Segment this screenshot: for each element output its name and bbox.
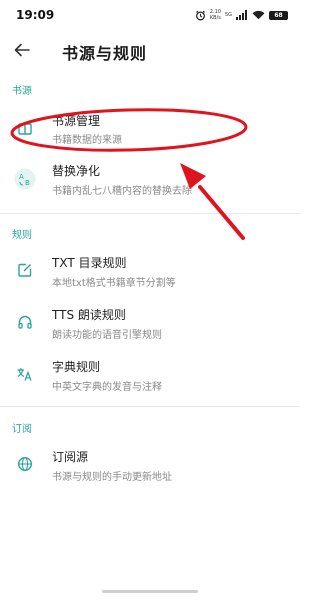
item-desc: 本地txt格式书籍章节分割等 xyxy=(52,278,176,289)
globe-icon xyxy=(14,453,36,475)
net-speed: 2.10 KB/s xyxy=(210,9,221,21)
item-title: TXT 目录规则 xyxy=(52,256,127,270)
headphones-icon xyxy=(14,311,36,333)
edit-icon xyxy=(14,259,36,281)
svg-text:A: A xyxy=(19,173,24,181)
wifi-icon xyxy=(252,10,265,20)
section-header-source: 书源 xyxy=(12,86,32,97)
replace-ab-icon: A B xyxy=(14,168,36,190)
page-title: 书源与规则 xyxy=(62,44,148,63)
translate-icon xyxy=(14,363,36,385)
item-title: 替换净化 xyxy=(52,164,101,178)
back-button[interactable] xyxy=(10,38,34,62)
menu-item-dictionary-rules[interactable]: 字典规则 中英文字典的发音与注释 xyxy=(0,350,300,400)
section-header-subscribe: 订阅 xyxy=(12,424,32,435)
item-desc: 朗读功能的语音引擎规则 xyxy=(52,330,162,341)
item-title: 字典规则 xyxy=(52,360,101,374)
menu-item-tts-rules[interactable]: TTS 朗读规则 朗读功能的语音引擎规则 xyxy=(0,298,300,348)
section-divider xyxy=(0,213,300,214)
section-divider xyxy=(0,406,300,407)
top-app-bar: 书源与规则 xyxy=(0,30,300,70)
alarm-icon xyxy=(195,10,205,20)
item-title: 订阅源 xyxy=(52,450,89,464)
gesture-nav-bar[interactable] xyxy=(102,590,198,593)
menu-item-txt-toc-rules[interactable]: TXT 目录规则 本地txt格式书籍章节分割等 xyxy=(0,246,300,296)
item-desc: 中英文字典的发音与注释 xyxy=(52,382,162,393)
item-desc: 书籍数据的来源 xyxy=(52,135,122,146)
section-header-rules: 规则 xyxy=(12,230,32,241)
item-desc: 书籍内乱七八糟内容的替换去除 xyxy=(52,186,192,197)
net-speed-unit: KB/s xyxy=(209,15,221,21)
battery-indicator: 68 xyxy=(269,10,288,20)
svg-text:B: B xyxy=(25,179,30,187)
status-bar: 19:09 2.10 KB/s 5G 68 xyxy=(0,0,300,30)
menu-item-book-source[interactable]: 书源管理 书籍数据的来源 xyxy=(0,104,300,154)
book-icon xyxy=(14,118,36,140)
status-time: 19:09 xyxy=(16,8,55,22)
network-type-label: 5G xyxy=(224,12,232,18)
menu-item-replace-purify[interactable]: A B 替换净化 书籍内乱七八糟内容的替换去除 xyxy=(0,156,300,206)
menu-item-subscribe-source[interactable]: 订阅源 书源与规则的手动更新地址 xyxy=(0,440,300,490)
arrow-left-icon xyxy=(14,43,30,57)
item-desc: 书源与规则的手动更新地址 xyxy=(52,472,172,483)
item-title: TTS 朗读规则 xyxy=(52,308,126,322)
status-icons: 2.10 KB/s 5G 68 xyxy=(195,9,288,21)
item-title: 书源管理 xyxy=(52,114,101,128)
signal-icon xyxy=(236,10,247,20)
